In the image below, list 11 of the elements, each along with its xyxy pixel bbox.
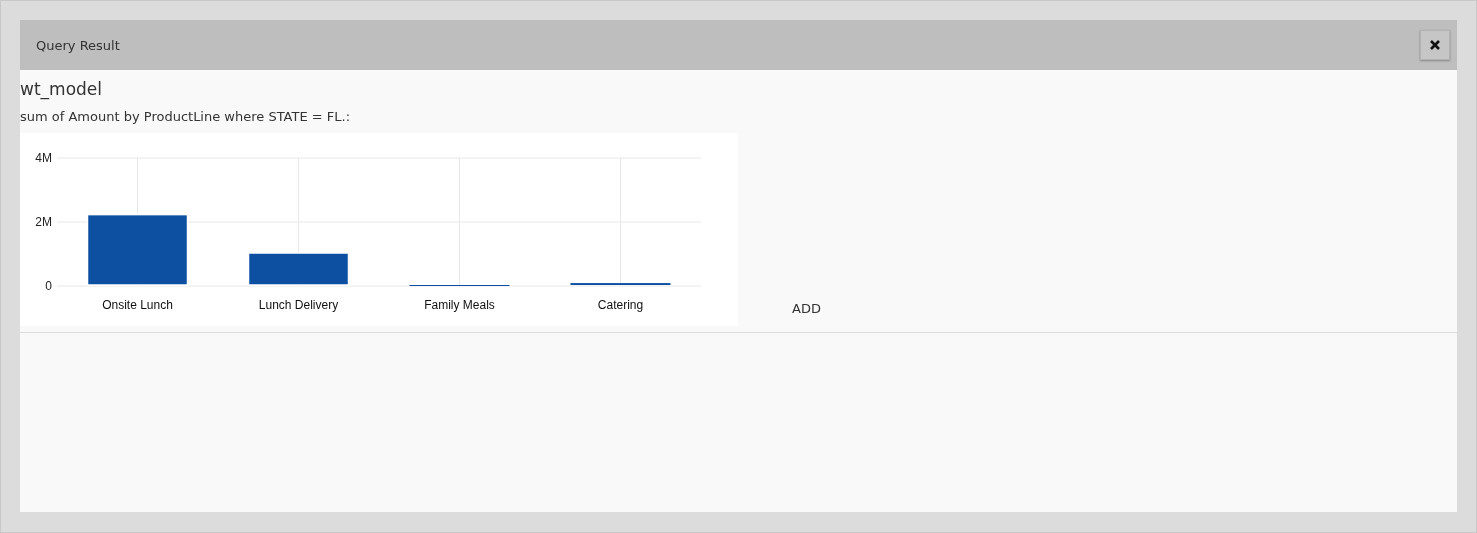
axis-label: 0 (45, 279, 52, 293)
axis-label: 2M (35, 215, 52, 229)
model-name: wt_model (20, 79, 103, 101)
axis-label: Onsite Lunch (102, 298, 173, 312)
axis-label: Catering (597, 298, 644, 312)
axis-label: Family Meals (424, 298, 495, 312)
query-description: sum of Amount by ProductLine where STATE = FL.: (20, 109, 352, 126)
dialog-title: Query Result (36, 37, 120, 53)
axis-label: 4M (35, 151, 52, 165)
add-link[interactable]: ADD (792, 301, 821, 316)
axis-label: Lunch Delivery (258, 298, 339, 312)
